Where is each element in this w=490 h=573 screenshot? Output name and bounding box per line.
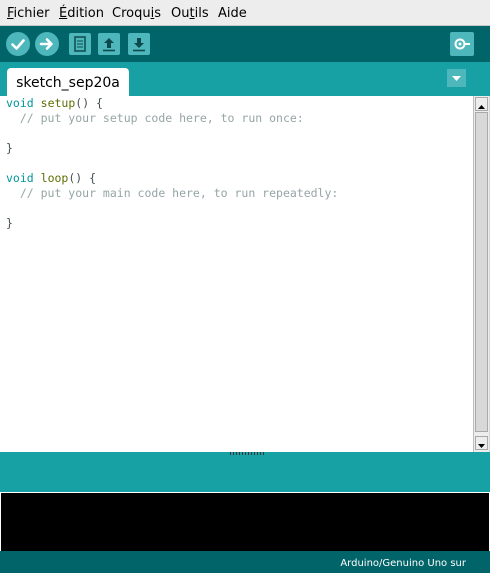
code-brace: } [6, 216, 13, 230]
menu-fichier[interactable]: Fichier [7, 6, 50, 21]
toolbar [0, 26, 490, 62]
open-button[interactable] [98, 33, 120, 55]
menu-outils-label-b: ils [194, 6, 209, 21]
menu-edition[interactable]: Édition [59, 6, 104, 21]
function-setup: setup [40, 96, 76, 110]
upload-arrow-icon [39, 38, 53, 50]
code-editor[interactable]: void setup() { // put your setup code he… [0, 96, 473, 452]
keyword-void: void [6, 171, 34, 185]
new-button[interactable] [69, 33, 91, 55]
menu-croquis-label-b: s [154, 6, 161, 21]
menu-edition-label: dition [67, 6, 104, 21]
upload-button[interactable] [35, 32, 59, 56]
tab-sketch[interactable]: sketch_sep20a [7, 68, 129, 96]
code-text: () { [68, 171, 97, 185]
keyword-void: void [6, 96, 34, 110]
console-output[interactable] [0, 492, 490, 551]
code-comment: // put your setup code here, to run once… [6, 111, 304, 125]
menu-outils[interactable]: Outils [171, 6, 209, 21]
arrow-down-icon [478, 444, 485, 448]
chevron-down-icon [452, 76, 461, 81]
scrollbar-thumb[interactable] [475, 112, 488, 432]
scroll-down-button[interactable] [475, 436, 488, 450]
save-down-arrow-icon [133, 38, 145, 52]
serial-monitor-icon [454, 38, 470, 50]
new-file-icon [74, 36, 86, 52]
code-text: () { [75, 96, 103, 110]
splitter-grip-icon[interactable] [230, 452, 264, 455]
tab-label: sketch_sep20a [16, 75, 120, 91]
code-comment: // put your main code here, to run repea… [6, 186, 339, 200]
verify-button[interactable] [6, 32, 30, 56]
status-footer: Arduino/Genuino Uno sur [0, 551, 490, 573]
menu-croquis[interactable]: Croquis [112, 6, 161, 21]
menu-outils-label-a: Ou [171, 6, 190, 21]
menu-aide-label: Aide [218, 6, 247, 21]
code-line: void loop() { [6, 171, 96, 185]
tab-menu-button[interactable] [447, 69, 466, 87]
menu-edition-mnemonic: É [59, 6, 68, 21]
code-line: void setup() { [6, 96, 103, 110]
serial-monitor-button[interactable] [450, 32, 474, 56]
board-info: Arduino/Genuino Uno sur [340, 558, 466, 569]
menu-bar: Fichier Édition Croquis Outils Aide [0, 0, 490, 26]
menu-fichier-label: ichier [13, 6, 50, 21]
tab-bar: sketch_sep20a [0, 62, 490, 96]
verify-icon [11, 39, 25, 50]
message-area [0, 458, 490, 492]
menu-aide[interactable]: Aide [218, 6, 247, 21]
function-loop: loop [40, 171, 69, 185]
save-button[interactable] [128, 33, 150, 55]
code-brace: } [6, 141, 13, 155]
open-up-arrow-icon [103, 38, 115, 52]
scroll-up-button[interactable] [475, 97, 488, 111]
menu-croquis-label-a: Croqu [112, 6, 151, 21]
editor-scrollbar[interactable] [473, 96, 489, 452]
